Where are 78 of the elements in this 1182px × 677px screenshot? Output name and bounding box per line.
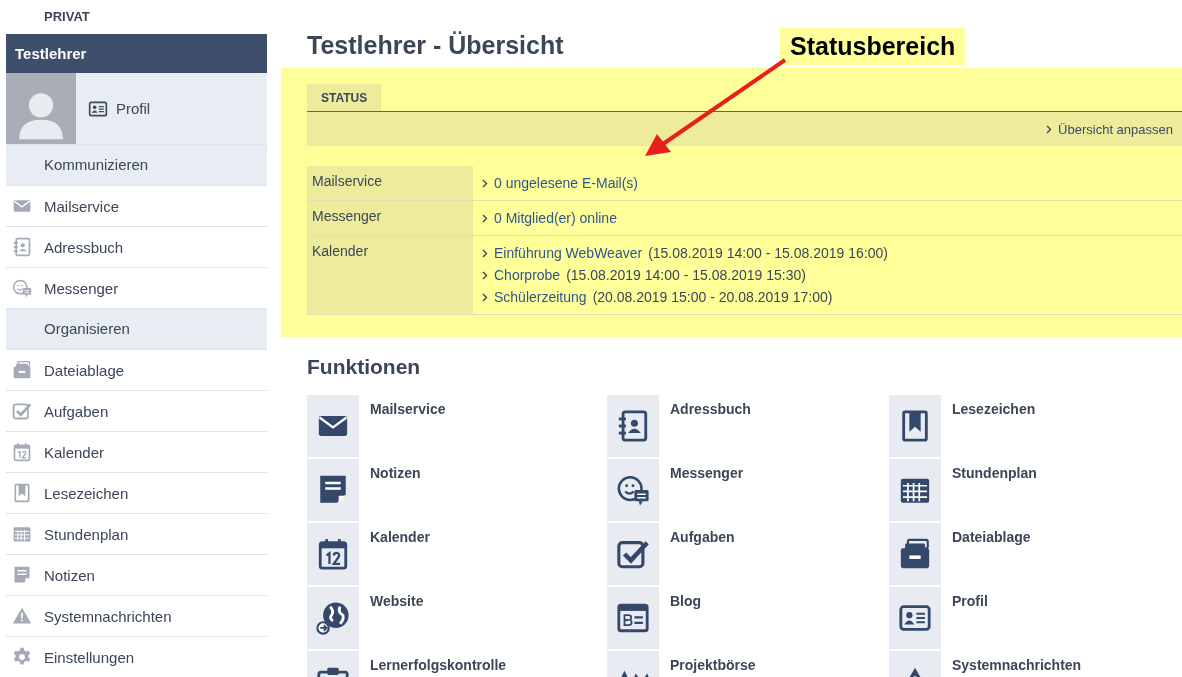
sidebar-item[interactable]: Aufgaben	[6, 391, 267, 432]
browser-window-icon	[616, 601, 650, 635]
function-tile[interactable]	[889, 459, 941, 521]
function-link[interactable]: Lernerfolgskontrolle	[370, 657, 507, 677]
sidebar-item[interactable]: Einstellungen	[6, 637, 267, 677]
function-tile[interactable]	[607, 587, 659, 649]
smiley-chat-icon	[12, 278, 32, 298]
function-tile[interactable]	[889, 587, 941, 649]
status-link[interactable]: Chorprobe	[494, 264, 561, 286]
address-book-icon	[12, 237, 32, 257]
customize-overview-link[interactable]: Übersicht anpassen	[1058, 121, 1173, 137]
function-tile[interactable]	[607, 523, 659, 585]
function-link[interactable]: Messenger	[670, 465, 744, 521]
chevron-icon	[482, 178, 488, 188]
function-link[interactable]: Blog	[670, 593, 702, 649]
function-link[interactable]: Stundenplan	[952, 465, 1037, 521]
user-name-bar: Testlehrer	[6, 34, 267, 73]
sidebar-item[interactable]: Adressbuch	[6, 227, 267, 268]
file-box-icon	[12, 360, 32, 380]
chevron-icon	[1046, 124, 1053, 134]
event-time: (20.08.2019 15:00 - 20.08.2019 17:00)	[592, 288, 833, 307]
timetable-grid-icon	[12, 524, 32, 544]
status-link[interactable]: 0 ungelesene E-Mail(s)	[494, 172, 638, 194]
function-tile[interactable]	[607, 395, 659, 457]
event-time: (15.08.2019 14:00 - 15.08.2019 16:00)	[648, 244, 888, 263]
status-label: Mailservice	[307, 166, 473, 200]
status-link[interactable]: 0 Mitglied(er) online	[494, 207, 617, 229]
smiley-chat-icon	[616, 473, 650, 507]
function-link[interactable]: Adressbuch	[670, 401, 751, 457]
function-link[interactable]: Mailservice	[370, 401, 446, 457]
settings-icon	[12, 647, 32, 667]
function-link[interactable]: Systemnachrichten	[952, 657, 1082, 677]
status-link[interactable]: Schülerzeitung	[494, 286, 587, 308]
function-link[interactable]: Notizen	[370, 465, 421, 521]
sidebar-heading: PRIVAT	[44, 9, 90, 24]
status-link[interactable]: Einführung WebWeaver	[494, 242, 643, 264]
calendar-icon	[12, 442, 32, 462]
sidebar-item[interactable]: Lesezeichen	[6, 473, 267, 514]
event-time: (15.08.2019 14:00 - 15.08.2019 15:30)	[566, 266, 806, 285]
sidebar-section-header[interactable]: Kommunizieren	[6, 145, 267, 186]
function-link[interactable]: Projektbörse	[670, 657, 756, 677]
function-tile[interactable]	[307, 395, 359, 457]
sidebar-section-header[interactable]: Organisieren	[6, 309, 267, 350]
sidebar-item[interactable]: Stundenplan	[6, 514, 267, 555]
chevron-icon	[482, 213, 488, 223]
chevron-icon	[482, 270, 488, 280]
status-label: Kalender	[307, 236, 473, 314]
annotation-label: Statusbereich	[780, 28, 966, 65]
globe-icon	[316, 601, 350, 635]
status-tab[interactable]: STATUS	[307, 84, 382, 111]
function-link[interactable]: Kalender	[370, 529, 430, 585]
function-tile[interactable]	[607, 459, 659, 521]
sidebar-item[interactable]: Systemnachrichten	[6, 596, 267, 637]
function-link[interactable]: Website	[370, 593, 424, 649]
file-box-icon	[898, 537, 932, 571]
function-tile[interactable]	[307, 587, 359, 649]
function-tile[interactable]	[307, 523, 359, 585]
calendar-icon	[316, 537, 350, 571]
sidebar-item[interactable]: Dateiablage	[6, 350, 267, 391]
status-label: Messenger	[307, 201, 473, 235]
chevron-icon	[482, 248, 488, 258]
function-tile[interactable]	[889, 395, 941, 457]
chevron-icon	[482, 292, 488, 302]
bookmark-icon	[12, 483, 32, 503]
address-book-icon	[616, 409, 650, 443]
checkbox-icon	[12, 401, 32, 421]
page-title: Testlehrer - Übersicht	[307, 30, 564, 60]
function-link[interactable]: Profil	[952, 593, 988, 649]
sidebar-item[interactable]: Kalender	[6, 432, 267, 473]
section-heading: Funktionen	[307, 355, 422, 379]
function-link[interactable]: Lesezeichen	[952, 401, 1036, 457]
function-link[interactable]: Dateiablage	[952, 529, 1031, 585]
sidebar-item[interactable]: Notizen	[6, 555, 267, 596]
note-icon	[12, 565, 32, 585]
function-link[interactable]: Aufgaben	[670, 529, 735, 585]
function-tile[interactable]	[307, 459, 359, 521]
function-tile[interactable]	[889, 523, 941, 585]
sidebar-item[interactable]: Mailservice	[6, 186, 267, 227]
